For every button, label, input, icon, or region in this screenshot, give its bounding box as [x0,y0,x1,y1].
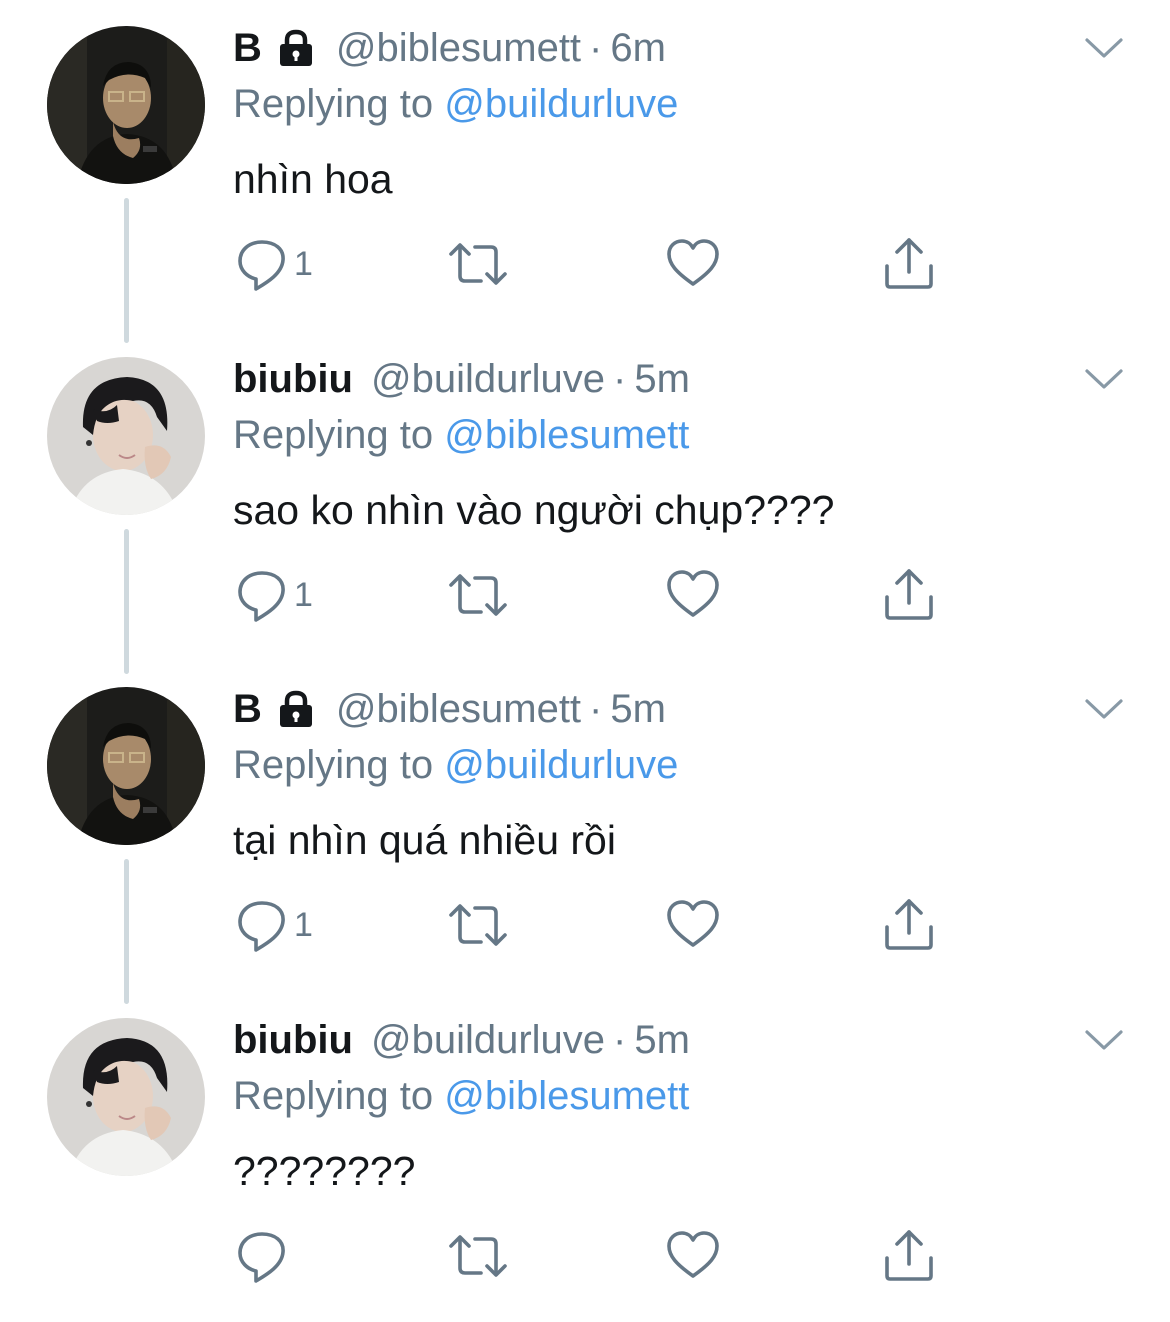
tweet[interactable]: B @biblesumett · 6m Replying to @buildur… [0,0,1170,343]
user-handle[interactable]: @biblesumett [336,687,581,732]
tweet-text: ???????? [233,1148,416,1194]
reply-icon [236,236,288,292]
timestamp[interactable]: 5m [634,1018,690,1063]
replying-to-label: Replying to [233,1074,434,1118]
tweet-actions: 1 [0,232,1170,296]
chevron-down-icon[interactable] [1082,28,1126,68]
replying-to-label: Replying to [233,413,434,457]
share-icon [882,567,936,623]
reply-button[interactable]: 1 [236,563,313,627]
avatar[interactable] [47,687,205,845]
display-name[interactable]: biubiu [233,1018,353,1063]
tweet[interactable]: biubiu @buildurluve · 5m Replying to @bi… [0,331,1170,674]
replying-to-label: Replying to [233,743,434,787]
retweet-button[interactable] [448,1224,508,1288]
retweet-button[interactable] [448,232,508,296]
separator-dot: · [589,686,603,731]
share-button[interactable] [882,563,936,627]
like-button[interactable] [666,563,720,627]
replying-to-link[interactable]: @buildurluve [444,82,678,126]
reply-icon [236,1228,288,1284]
heart-icon [666,567,720,623]
reply-button[interactable]: 1 [236,893,313,957]
like-button[interactable] [666,232,720,296]
heart-icon [666,1228,720,1284]
replying-to-line: Replying to @buildurluve [233,82,678,127]
retweet-icon [448,1228,508,1284]
share-button[interactable] [882,232,936,296]
tweet-text: tại nhìn quá nhiều rồi [233,817,616,863]
timestamp[interactable]: 5m [610,687,666,732]
avatar[interactable] [47,1018,205,1176]
share-icon [882,1228,936,1284]
user-handle[interactable]: @buildurluve [371,357,605,402]
display-name[interactable]: B [233,687,262,732]
separator-dot: · [613,356,627,401]
like-button[interactable] [666,1224,720,1288]
replying-to-line: Replying to @buildurluve [233,743,678,788]
separator-dot: · [589,25,603,70]
display-name[interactable]: biubiu [233,357,353,402]
replying-to-line: Replying to @biblesumett [233,1074,689,1119]
tweet[interactable]: biubiu @buildurluve · 5m Replying to @bi… [0,992,1170,1322]
reply-count: 1 [294,244,313,283]
share-button[interactable] [882,1224,936,1288]
retweet-button[interactable] [448,563,508,627]
reply-button[interactable]: 1 [236,232,313,296]
share-icon [882,897,936,953]
user-handle[interactable]: @buildurluve [371,1018,605,1063]
replying-to-link[interactable]: @biblesumett [444,1074,689,1118]
replying-to-line: Replying to @biblesumett [233,413,689,458]
tweet-text: nhìn hoa [233,156,393,202]
user-handle[interactable]: @biblesumett [336,26,581,71]
reply-icon [236,567,288,623]
timestamp[interactable]: 6m [610,26,666,71]
tweet-text: sao ko nhìn vào người chụp???? [233,487,835,533]
tweet-header: B @biblesumett · 6m [233,22,666,74]
display-name[interactable]: B [233,26,262,71]
share-icon [882,236,936,292]
chevron-down-icon[interactable] [1082,689,1126,729]
retweet-icon [448,567,508,623]
tweet[interactable]: B @biblesumett · 5m Replying to @buildur… [0,661,1170,1004]
avatar[interactable] [47,26,205,184]
tweet-actions: 1 [0,563,1170,627]
retweet-icon [448,897,508,953]
reply-button[interactable] [236,1224,294,1288]
heart-icon [666,236,720,292]
reply-count: 1 [294,575,313,614]
lock-icon [274,687,318,731]
avatar[interactable] [47,357,205,515]
like-button[interactable] [666,893,720,957]
timestamp[interactable]: 5m [634,357,690,402]
heart-icon [666,897,720,953]
chevron-down-icon[interactable] [1082,359,1126,399]
share-button[interactable] [882,893,936,957]
reply-icon [236,897,288,953]
replying-to-label: Replying to [233,82,434,126]
replying-to-link[interactable]: @buildurluve [444,743,678,787]
replying-to-link[interactable]: @biblesumett [444,413,689,457]
tweet-header: biubiu @buildurluve · 5m [233,353,690,405]
lock-icon [274,26,318,70]
reply-count: 1 [294,905,313,944]
tweet-thread: B @biblesumett · 6m Replying to @buildur… [0,0,1170,1302]
tweet-header: B @biblesumett · 5m [233,683,666,735]
tweet-actions [0,1224,1170,1288]
separator-dot: · [613,1017,627,1062]
chevron-down-icon[interactable] [1082,1020,1126,1060]
retweet-icon [448,236,508,292]
tweet-header: biubiu @buildurluve · 5m [233,1014,690,1066]
retweet-button[interactable] [448,893,508,957]
tweet-actions: 1 [0,893,1170,957]
